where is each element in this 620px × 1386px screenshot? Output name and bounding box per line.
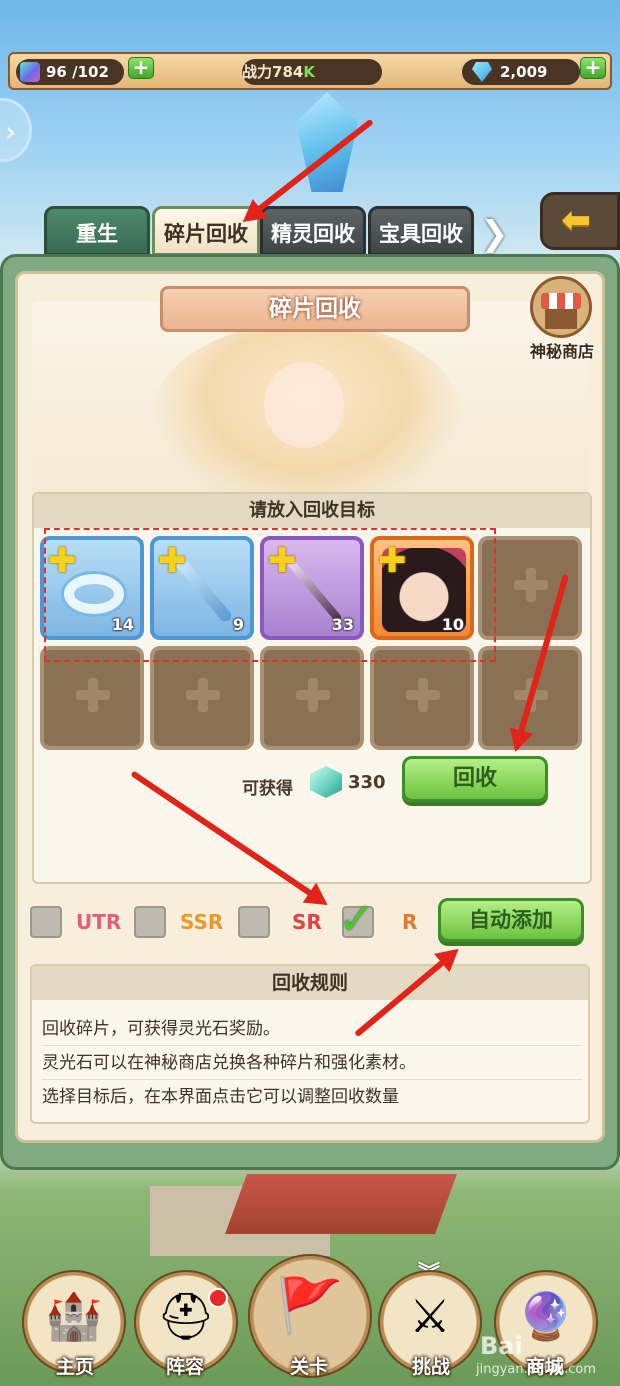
background-roof xyxy=(225,1174,457,1234)
diamond-value: 2,009 xyxy=(500,63,548,81)
plus-icon xyxy=(406,678,440,712)
rule-line-1: 回收碎片，可获得灵光石奖励。 xyxy=(42,1012,582,1046)
recycle-rules-box: 回收规则 回收碎片，可获得灵光石奖励。 灵光石可以在神秘商店兑换各种碎片和强化素… xyxy=(30,964,590,1124)
filter-utr-label: UTR xyxy=(76,910,122,934)
diamond-display: 2,009 xyxy=(462,59,580,85)
back-arrow-icon: ⬅ xyxy=(561,200,592,241)
character-illustration xyxy=(32,302,588,502)
combat-power-display: 战力784K xyxy=(242,59,382,85)
nav-lineup-label: 阵容 xyxy=(166,1356,205,1378)
shop-label: 神秘商店 xyxy=(529,342,594,361)
plus-icon xyxy=(514,568,548,602)
power-label: 战力 xyxy=(242,63,273,81)
filter-sr-label: SR xyxy=(292,910,322,934)
tab-rebirth[interactable]: 重生 xyxy=(44,206,150,256)
obtain-label: 可获得 xyxy=(242,779,293,799)
power-unit: K xyxy=(303,63,315,81)
plus-icon xyxy=(296,678,330,712)
tab-sprite-recycle[interactable]: 精灵回收 xyxy=(260,206,366,256)
shop-stall-icon xyxy=(530,276,592,338)
filter-sr-checkbox[interactable] xyxy=(238,906,270,938)
filter-ssr-label: SSR xyxy=(180,910,224,934)
nav-home-label: 主页 xyxy=(56,1356,95,1378)
filter-r-checkbox[interactable] xyxy=(338,894,375,945)
auto-add-button[interactable]: 自动添加 xyxy=(438,898,584,942)
mystery-shop-button[interactable]: 神秘商店 xyxy=(524,276,600,364)
chevron-right-icon: › xyxy=(5,115,17,148)
stamina-crystal-icon xyxy=(20,62,40,82)
stamina-value: 96 /102 xyxy=(46,63,109,81)
add-stamina-button[interactable]: + xyxy=(128,57,154,79)
stamina-display: 96 /102 xyxy=(16,59,124,85)
tab-treasure-recycle[interactable]: 宝具回收 xyxy=(368,206,474,256)
obtain-value: 330 xyxy=(348,772,386,793)
power-value: 784 xyxy=(272,63,304,81)
flag-tower-icon: 🚩 xyxy=(276,1274,344,1337)
filter-utr-checkbox[interactable] xyxy=(30,906,62,938)
rules-header: 回收规则 xyxy=(32,966,588,1000)
recycle-target-header: 请放入回收目标 xyxy=(34,494,590,528)
annotation-dashed-box xyxy=(44,528,496,662)
add-diamond-button[interactable]: + xyxy=(580,57,606,79)
filter-ssr-checkbox[interactable] xyxy=(134,906,166,938)
plus-icon xyxy=(76,678,110,712)
notification-dot xyxy=(208,1288,228,1308)
plus-icon xyxy=(186,678,220,712)
watermark-url: jingyan.baidu.com xyxy=(476,1362,596,1377)
shield-swords-icon: ⚔ xyxy=(409,1289,451,1343)
character-face-art xyxy=(264,362,344,448)
rule-line-3: 选择目标后，在本界面点击它可以调整回收数量 xyxy=(42,1087,399,1107)
top-resource-bar: 96 /102 + 战力784K 2,009 + xyxy=(8,52,612,90)
castle-icon: 🏰 xyxy=(45,1289,103,1343)
panel-title: 碎片回收 xyxy=(160,286,470,332)
nav-stage-label: 关卡 xyxy=(290,1356,329,1378)
tabs-more-icon[interactable]: ❯ xyxy=(480,216,510,252)
side-menu-button[interactable]: › xyxy=(0,98,32,162)
filter-r-label: R xyxy=(402,910,418,934)
nav-challenge-label: 挑战 xyxy=(412,1356,451,1378)
recycle-button[interactable]: 回收 xyxy=(402,756,548,802)
back-button[interactable]: ⬅ xyxy=(540,192,620,250)
watermark-logo: Bai xyxy=(480,1332,523,1360)
diamond-icon xyxy=(472,62,492,82)
rule-line-2: 灵光石可以在神秘商店兑换各种碎片和强化素材。 xyxy=(42,1046,582,1080)
